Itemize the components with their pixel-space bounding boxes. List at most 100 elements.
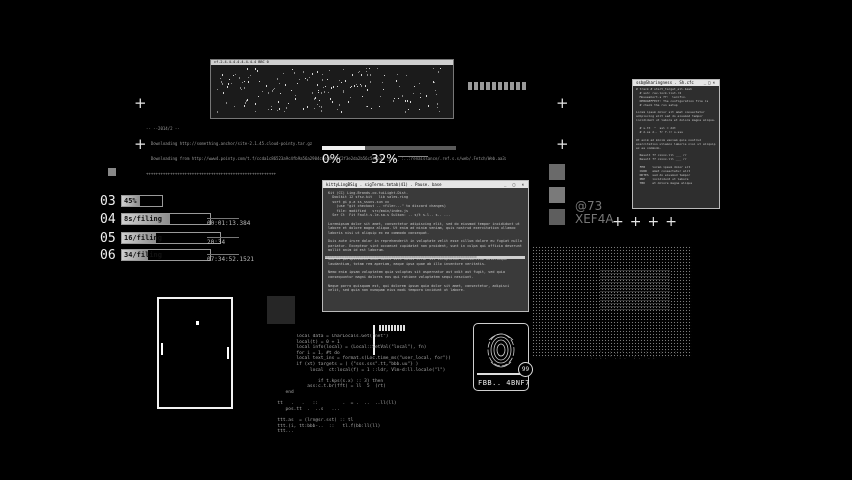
glyph-noise-mark xyxy=(371,108,372,109)
glyph-noise-mark xyxy=(322,79,323,81)
glyph-noise-mark xyxy=(348,101,349,103)
glyph-noise-mark xyxy=(266,85,267,87)
glyph-noise-mark xyxy=(233,75,234,76)
glyph-noise-mark xyxy=(273,89,274,90)
progress-track xyxy=(322,146,456,150)
glyph-noise-mark xyxy=(440,68,441,69)
glyph-noise-mark xyxy=(407,100,408,102)
glyph-noise-mark xyxy=(339,80,340,81)
stat-bar: 16/filing xyxy=(121,232,221,244)
glyph-noise-mark xyxy=(413,93,414,94)
glyph-noise-mark xyxy=(343,92,344,93)
glyph-noise-mark xyxy=(439,111,440,112)
crosshair-icon: + xyxy=(556,94,569,112)
glyph-noise-mark xyxy=(438,71,439,73)
glyph-noise-mark xyxy=(314,98,315,100)
stat-underline xyxy=(207,254,239,255)
window-title: ssb@Sharingness . Sh.cfc xyxy=(636,80,694,85)
stat-underline xyxy=(207,237,239,238)
glyph-noise-mark xyxy=(325,86,326,87)
glyph-noise-mark xyxy=(383,89,384,90)
glyph-noise-mark xyxy=(408,109,409,110)
window-controls-icon[interactable]: _□× xyxy=(704,80,717,86)
stat-bar: 8s/filing xyxy=(121,213,211,225)
pong-paddle-right xyxy=(227,347,229,359)
glyph-noise-mark xyxy=(244,87,245,89)
glyph-noise-mark xyxy=(329,70,330,71)
indicator-square xyxy=(108,168,116,176)
glyph-noise-mark xyxy=(435,90,436,91)
glyph-noise-mark xyxy=(268,92,269,94)
glyph-noise-mark xyxy=(259,81,260,82)
glyph-noise-mark xyxy=(229,79,230,80)
glyph-noise-mark xyxy=(255,68,256,70)
glyph-noise-mark xyxy=(226,102,227,104)
glyph-noise-mark xyxy=(357,86,358,87)
glyph-noise-mark xyxy=(365,85,366,87)
glyph-noise-mark xyxy=(234,106,235,107)
terminal-window-right[interactable]: ssb@Sharingness . Sh.cfc _□× # track # s… xyxy=(632,79,720,209)
glyph-noise-mark xyxy=(286,107,287,109)
glyph-noise-mark xyxy=(292,69,293,70)
glyph-noise-mark xyxy=(244,105,245,107)
glyph-noise-mark xyxy=(327,79,328,80)
glyph-noise-mark xyxy=(331,87,332,89)
glyph-noise-mark xyxy=(367,89,368,91)
glyph-noise-mark xyxy=(333,86,334,88)
glyph-noise-mark xyxy=(321,110,322,112)
glyph-noise-mark xyxy=(402,95,403,97)
glyph-noise-mark xyxy=(305,78,306,79)
window-body: # track # start_target_all.bash # ssh: r… xyxy=(636,87,716,185)
glyph-noise-mark xyxy=(245,102,246,104)
glyph-noise-mark xyxy=(277,78,278,80)
glyph-noise-mark xyxy=(307,106,308,108)
stat-bar: 45% xyxy=(121,195,163,207)
glyph-noise-mark xyxy=(414,86,415,87)
fingerprint-code: FBB.. 4BNF7 xyxy=(478,379,530,387)
glyph-noise-mark xyxy=(314,108,315,109)
glyph-noise-mark xyxy=(341,111,342,113)
pong-game-frame[interactable] xyxy=(157,297,233,409)
terminal-window-center[interactable]: kittyLingBSig . sigTerms.tmtab(41) . Pau… xyxy=(322,180,529,312)
glyph-noise-mark xyxy=(319,100,320,101)
crosshair-icon: + xyxy=(556,135,569,153)
fingerprint-panel[interactable]: FBB.. 4BNF7 xyxy=(473,323,529,391)
glyph-noise-mark xyxy=(397,74,398,75)
glyph-noise-mark xyxy=(240,87,241,89)
glyph-noise-mark xyxy=(419,109,420,110)
glyph-noise-mark xyxy=(309,77,310,78)
glyph-noise-mark xyxy=(235,74,236,75)
stat-label: 8s/filing xyxy=(124,215,162,223)
window-body: Kit (CC) Ling.Brands.co.tuiLight.Dist. D… xyxy=(328,191,522,292)
glyph-noise-mark xyxy=(244,81,245,82)
glyph-noise-mark xyxy=(330,98,331,100)
glyph-noise-mark xyxy=(241,89,242,90)
glyph-noise-mark xyxy=(366,71,367,72)
glyph-noise-mark xyxy=(356,84,357,85)
glyph-noise-mark xyxy=(405,111,406,113)
stat-bar: 34/filing xyxy=(121,249,211,261)
glyph-noise-mark xyxy=(366,106,367,107)
log-line: ++++++++++++++++++++++++++++++++++++++++… xyxy=(146,171,277,176)
glyph-noise-mark xyxy=(222,83,223,85)
stat-label: 34/filing xyxy=(124,251,162,259)
log-line: -- --2014/2 -- xyxy=(146,126,180,131)
glyph-noise-mark xyxy=(437,103,438,105)
glyph-noise-mark xyxy=(303,108,304,110)
glyph-noise-mark xyxy=(343,90,344,92)
matrix-noise: : . ' . : .: ' . : . ' : . . : ' . : . '… xyxy=(590,350,687,360)
glyph-noise-mark xyxy=(350,87,351,88)
glyph-noise-mark xyxy=(248,81,249,83)
glyph-noise-mark xyxy=(345,80,346,82)
glyph-noise-mark xyxy=(317,84,318,86)
window-controls-icon[interactable]: _ □ × xyxy=(504,181,526,188)
glyph-noise-mark xyxy=(394,98,395,99)
crosshair-icon: + xyxy=(134,94,147,112)
glyph-noise-mark xyxy=(322,74,323,75)
glyph-noise-mark xyxy=(367,106,368,107)
segment-strip xyxy=(468,82,528,90)
glyph-noise-mark xyxy=(410,101,411,103)
glyph-noise-mark xyxy=(351,86,352,87)
gray-square xyxy=(549,187,565,203)
glyph-noise-mark xyxy=(339,104,340,106)
